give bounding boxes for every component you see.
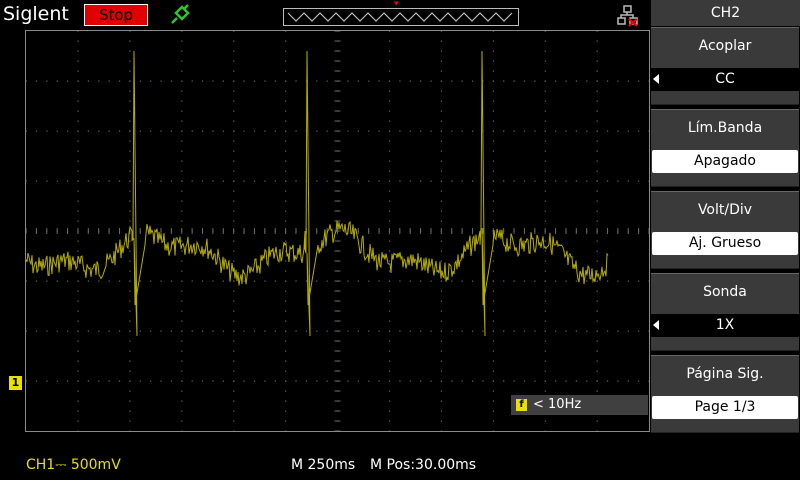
probe-icon (168, 3, 192, 29)
trigger-frequency-readout: f < 10Hz (511, 395, 648, 415)
horizontal-position-status: M Pos:30.00ms (370, 457, 477, 473)
menu-item-label: Página Sig. (686, 366, 764, 382)
left-arrow-icon (653, 320, 659, 330)
waveform-display[interactable] (25, 30, 650, 432)
memory-position-bar (283, 8, 519, 26)
menu-item-coupling[interactable]: Acoplar CC (651, 27, 799, 105)
network-icon (617, 5, 639, 31)
menu-item-value: Page 1/3 (652, 396, 798, 419)
graticule (26, 31, 649, 431)
menu-item-value: Apagado (652, 150, 798, 173)
left-arrow-icon (653, 74, 659, 84)
menu-item-value: 1X (651, 314, 799, 337)
run-stop-indicator[interactable]: Stop (84, 4, 148, 26)
menu-item-label: Acoplar (698, 38, 752, 54)
menu-item-value: Aj. Grueso (652, 232, 798, 255)
menu-item-bandwidth-limit[interactable]: Lím.Banda Apagado (651, 109, 799, 187)
ch1-scale-status: CH1⎓ 500mV (26, 457, 121, 473)
trigger-badge: f (516, 399, 527, 411)
timebase-status: M 250ms (291, 457, 356, 473)
brand-label: Siglent (3, 3, 69, 25)
ch1-ground-marker[interactable]: 1 (9, 376, 22, 390)
channel-menu: CH2 Acoplar CC Lím.Banda Apagado Volt/Di… (650, 0, 800, 480)
menu-item-next-page[interactable]: Página Sig. Page 1/3 (651, 355, 799, 433)
bottom-status-bar: CH1⎓ 500mV M 250ms M Pos:30.00ms (0, 450, 650, 480)
top-status-bar: Siglent Stop ▾ (0, 0, 650, 30)
menu-title: CH2 (651, 0, 800, 26)
menu-item-value: CC (651, 68, 799, 91)
trigger-frequency-text: < 10Hz (533, 397, 582, 412)
trigger-position-icon: ▾ (394, 0, 399, 9)
menu-item-probe[interactable]: Sonda 1X (651, 273, 799, 351)
menu-item-label: Lím.Banda (687, 120, 763, 136)
menu-item-label: Sonda (703, 284, 747, 300)
menu-item-label: Volt/Div (697, 202, 753, 218)
ch1-waveform (26, 50, 609, 337)
menu-item-volt-div[interactable]: Volt/Div Aj. Grueso (651, 191, 799, 269)
